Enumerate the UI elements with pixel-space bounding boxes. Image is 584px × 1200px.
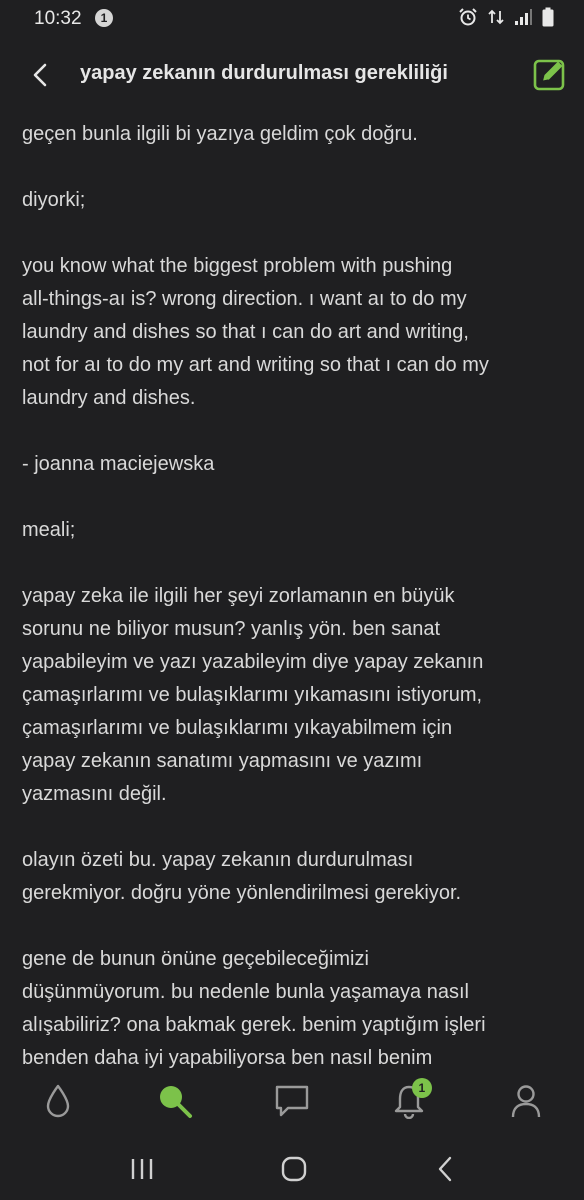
home-icon: [281, 1156, 307, 1182]
entry-paragraph: meali;: [22, 519, 76, 541]
chevron-left-icon: [33, 63, 47, 87]
entry-paragraph: geçen bunla ilgili bi yazıya geldim çok …: [22, 123, 418, 145]
recent-apps-icon: [131, 1159, 153, 1179]
message-icon: [275, 1085, 309, 1117]
back-icon: [438, 1156, 452, 1182]
entry-paragraph: diyorki;: [22, 189, 86, 211]
bottom-nav: 1: [0, 1070, 584, 1132]
nav-profile[interactable]: [501, 1076, 551, 1126]
signal-icon: [515, 9, 532, 25]
status-icons: [458, 7, 554, 27]
entry-paragraph: olayın özeti bu. yapay zekanın durdurulm…: [22, 849, 462, 904]
nav-search[interactable]: [150, 1076, 200, 1126]
status-time: 10:32: [34, 8, 82, 29]
entry-content: geçen bunla ilgili bi yazıya geldim çok …: [22, 118, 567, 1070]
notification-badge: 1: [411, 1078, 432, 1098]
system-back-button[interactable]: [428, 1154, 464, 1184]
nav-messages[interactable]: [267, 1076, 317, 1126]
nav-notifications[interactable]: 1: [384, 1076, 434, 1126]
nav-drop[interactable]: [33, 1076, 83, 1126]
notification-count-badge: 1: [95, 9, 113, 27]
back-button[interactable]: [26, 60, 56, 90]
search-icon: [160, 1086, 193, 1118]
home-button[interactable]: [276, 1154, 312, 1184]
drop-icon: [47, 1084, 70, 1118]
data-transfer-icon: [488, 9, 504, 25]
entry-paragraph: gene de bunun önüne geçebileceğimizi düş…: [22, 948, 486, 1069]
page-title: yapay zekanın durdurulması gerekliliği: [80, 62, 448, 84]
edit-button[interactable]: [532, 56, 568, 92]
system-nav-bar: [0, 1140, 584, 1200]
alarm-icon: [459, 8, 477, 26]
entry-paragraph: yapay zeka ile ilgili her şeyi zorlamanı…: [22, 585, 484, 805]
entry-paragraph: you know what the biggest problem with p…: [22, 255, 489, 409]
recent-apps-button[interactable]: [124, 1154, 160, 1184]
edit-icon: [533, 59, 565, 91]
user-icon: [511, 1085, 540, 1118]
battery-icon: [542, 7, 554, 27]
app-header: yapay zekanın durdurulması gerekliliği: [0, 48, 584, 104]
entry-paragraph: - joanna maciejewska: [22, 453, 215, 475]
status-bar: 10:32 1: [0, 0, 584, 36]
